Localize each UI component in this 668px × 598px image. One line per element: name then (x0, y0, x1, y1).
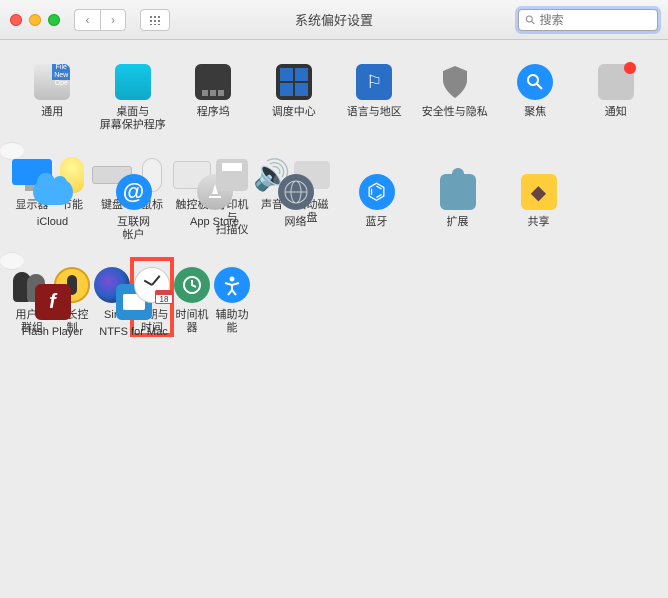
show-all-button[interactable] (140, 9, 170, 31)
pref-icloud[interactable]: iCloud (12, 166, 93, 242)
back-button[interactable]: ‹ (74, 9, 100, 31)
pref-label: 时间机器 (172, 309, 212, 335)
pref-label: Flash Player (22, 326, 83, 352)
internet-icon: @ (114, 172, 154, 212)
pref-label: 共享 (528, 216, 550, 242)
close-button[interactable] (10, 14, 22, 26)
network-icon (276, 172, 316, 212)
pref-label: 互联网 帐户 (117, 216, 150, 242)
pref-label: 调度中心 (272, 106, 316, 132)
traffic-lights (10, 14, 60, 26)
pref-label: 蓝牙 (366, 216, 388, 242)
desktop-icon (113, 62, 153, 102)
spotlight-icon (515, 62, 555, 102)
pref-label: 通知 (605, 106, 627, 132)
pref-section: 用户与群组家长控制Siri18日期与时间时间机器辅助功能 (0, 252, 24, 270)
search-input[interactable] (540, 13, 651, 27)
minimize-button[interactable] (29, 14, 41, 26)
pref-security[interactable]: 安全性与隐私 (415, 56, 496, 132)
pref-label: 程序坞 (197, 106, 230, 132)
pref-spotlight[interactable]: 聚焦 (495, 56, 576, 132)
sharing-icon: ◆ (519, 172, 559, 212)
pref-notifications[interactable]: 通知 (576, 56, 657, 132)
pref-timemachine[interactable]: 时间机器 (172, 259, 212, 335)
forward-button[interactable]: › (100, 9, 126, 31)
pref-section: f Flash Player NTFS for Mac (0, 270, 668, 362)
pref-section: 显示器节能键盘鼠标触控板打印机与 扫描仪🔊声音启动磁盘 (0, 142, 24, 160)
bluetooth-icon: ⌬ (357, 172, 397, 212)
window-title: 系统偏好设置 (295, 10, 373, 29)
dock-icon (193, 62, 233, 102)
timemachine-icon (172, 265, 212, 305)
pref-label: App Store (190, 216, 239, 242)
pref-extensions[interactable]: 扩展 (417, 166, 498, 242)
extensions-icon (438, 172, 478, 212)
pref-label: 网络 (285, 216, 307, 242)
accessibility-icon (212, 265, 252, 305)
preferences-panel: FileNewOpe 通用 桌面与 屏幕保护程序 程序坞 调度中心 ⚐ 语言与地区安全性与隐… (0, 40, 668, 382)
pref-accessibility[interactable]: 辅助功能 (212, 259, 252, 335)
pref-label: 扩展 (447, 216, 469, 242)
pref-row: FileNewOpe 通用 桌面与 屏幕保护程序 程序坞 调度中心 ⚐ 语言与地区安全性与隐… (12, 56, 656, 132)
pref-sharing[interactable]: ◆ 共享 (498, 166, 579, 242)
notifications-icon (596, 62, 636, 102)
printers-icon (212, 155, 252, 195)
search-field[interactable] (518, 9, 658, 31)
general-icon: FileNewOpe (32, 62, 72, 102)
pref-row: f Flash Player NTFS for Mac (12, 276, 656, 352)
zoom-button[interactable] (48, 14, 60, 26)
pref-general[interactable]: FileNewOpe 通用 (12, 56, 93, 132)
pref-desktop[interactable]: 桌面与 屏幕保护程序 (93, 56, 174, 132)
grid-icon (149, 15, 161, 25)
pref-mission[interactable]: 调度中心 (254, 56, 335, 132)
pref-label: 辅助功能 (212, 309, 252, 335)
mission-icon (274, 62, 314, 102)
nav-back-forward: ‹ › (74, 9, 126, 31)
icloud-icon (33, 172, 73, 212)
pref-row: iCloud @ 互联网 帐户 App Store 网络 ⌬ 蓝牙 扩展 ◆ 共享 (12, 166, 656, 242)
pref-label: 语言与地区 (347, 106, 402, 132)
security-icon (435, 62, 475, 102)
pref-label: 聚焦 (524, 106, 546, 132)
pref-internet[interactable]: @ 互联网 帐户 (93, 166, 174, 242)
pref-label: 通用 (41, 106, 63, 132)
pref-section: FileNewOpe 通用 桌面与 屏幕保护程序 程序坞 调度中心 ⚐ 语言与地区安全性与隐… (0, 50, 668, 142)
pref-section: iCloud @ 互联网 帐户 App Store 网络 ⌬ 蓝牙 扩展 ◆ 共享 (0, 160, 668, 252)
pref-label: 安全性与隐私 (422, 106, 488, 132)
pref-label: NTFS for Mac (99, 326, 167, 352)
pref-flash[interactable]: f Flash Player (12, 276, 93, 352)
pref-label: 桌面与 屏幕保护程序 (100, 106, 166, 132)
pref-bluetooth[interactable]: ⌬ 蓝牙 (336, 166, 417, 242)
pref-label: iCloud (37, 216, 68, 242)
pref-dock[interactable]: 程序坞 (173, 56, 254, 132)
pref-network[interactable]: 网络 (255, 166, 336, 242)
search-icon (525, 14, 536, 26)
flash-icon: f (33, 282, 73, 322)
pref-language[interactable]: ⚐ 语言与地区 (334, 56, 415, 132)
titlebar: ‹ › 系统偏好设置 (0, 0, 668, 40)
language-icon: ⚐ (354, 62, 394, 102)
